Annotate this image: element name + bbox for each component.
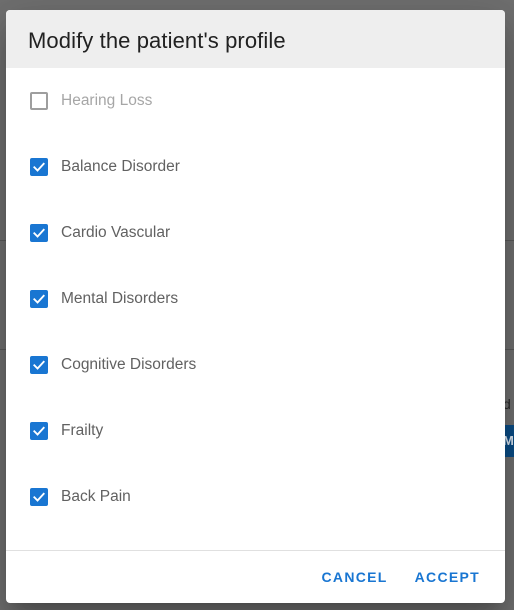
checkmark-icon — [33, 360, 45, 370]
option-label: Hearing Loss — [61, 92, 153, 109]
checkmark-icon — [33, 162, 45, 172]
option-row[interactable]: Back Pain — [30, 486, 481, 508]
option-row[interactable]: Cardio Vascular — [30, 222, 481, 244]
option-label: Cognitive Disorders — [61, 356, 197, 373]
checkmark-icon — [33, 492, 45, 502]
option-label: Mental Disorders — [61, 290, 179, 307]
checkbox-checked[interactable] — [30, 158, 48, 176]
option-row: Hearing Loss — [30, 90, 481, 112]
checkbox-checked[interactable] — [30, 290, 48, 308]
dialog-header: Modify the patient's profile — [6, 10, 505, 68]
option-row[interactable]: Frailty — [30, 420, 481, 442]
checkmark-icon — [33, 426, 45, 436]
option-label: Frailty — [61, 422, 104, 439]
option-row[interactable]: Balance Disorder — [30, 156, 481, 178]
checkbox-unchecked — [30, 92, 48, 110]
dialog-title: Modify the patient's profile — [28, 28, 286, 53]
option-row[interactable]: Mental Disorders — [30, 288, 481, 310]
option-label: Balance Disorder — [61, 158, 180, 175]
option-row[interactable]: Cognitive Disorders — [30, 354, 481, 376]
profile-dialog: Modify the patient's profile Hearing Los… — [6, 10, 505, 603]
cancel-button[interactable]: CANCEL — [315, 561, 395, 593]
option-label: Back Pain — [61, 488, 131, 505]
checkmark-icon — [33, 294, 45, 304]
checkbox-checked[interactable] — [30, 488, 48, 506]
checkmark-icon — [33, 228, 45, 238]
option-label: Cardio Vascular — [61, 224, 171, 241]
accept-button[interactable]: ACCEPT — [408, 561, 487, 593]
dialog-content: Hearing Loss Balance Disorder Cardio Vascu… — [6, 68, 505, 550]
checkbox-checked[interactable] — [30, 356, 48, 374]
checkbox-checked[interactable] — [30, 422, 48, 440]
dialog-actions: CANCEL ACCEPT — [6, 551, 505, 603]
checkbox-checked[interactable] — [30, 224, 48, 242]
